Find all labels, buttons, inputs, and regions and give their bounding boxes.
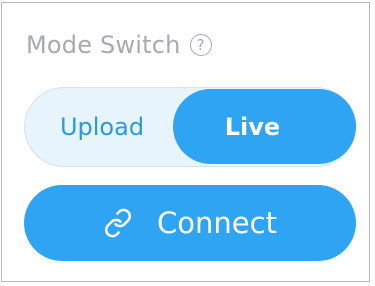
connect-button[interactable]: Connect xyxy=(24,185,356,261)
mode-switch-panel: Mode Switch ? Upload Live Connect xyxy=(1,2,370,282)
panel-title: Mode Switch xyxy=(26,31,181,59)
panel-header: Mode Switch ? xyxy=(26,27,212,63)
mode-option-upload[interactable]: Upload xyxy=(25,88,175,166)
help-icon[interactable]: ? xyxy=(189,34,212,56)
mode-option-live[interactable]: Live xyxy=(173,89,356,164)
connect-label: Connect xyxy=(157,206,277,240)
mode-toggle[interactable]: Upload Live xyxy=(24,87,356,167)
link-icon xyxy=(105,208,132,238)
